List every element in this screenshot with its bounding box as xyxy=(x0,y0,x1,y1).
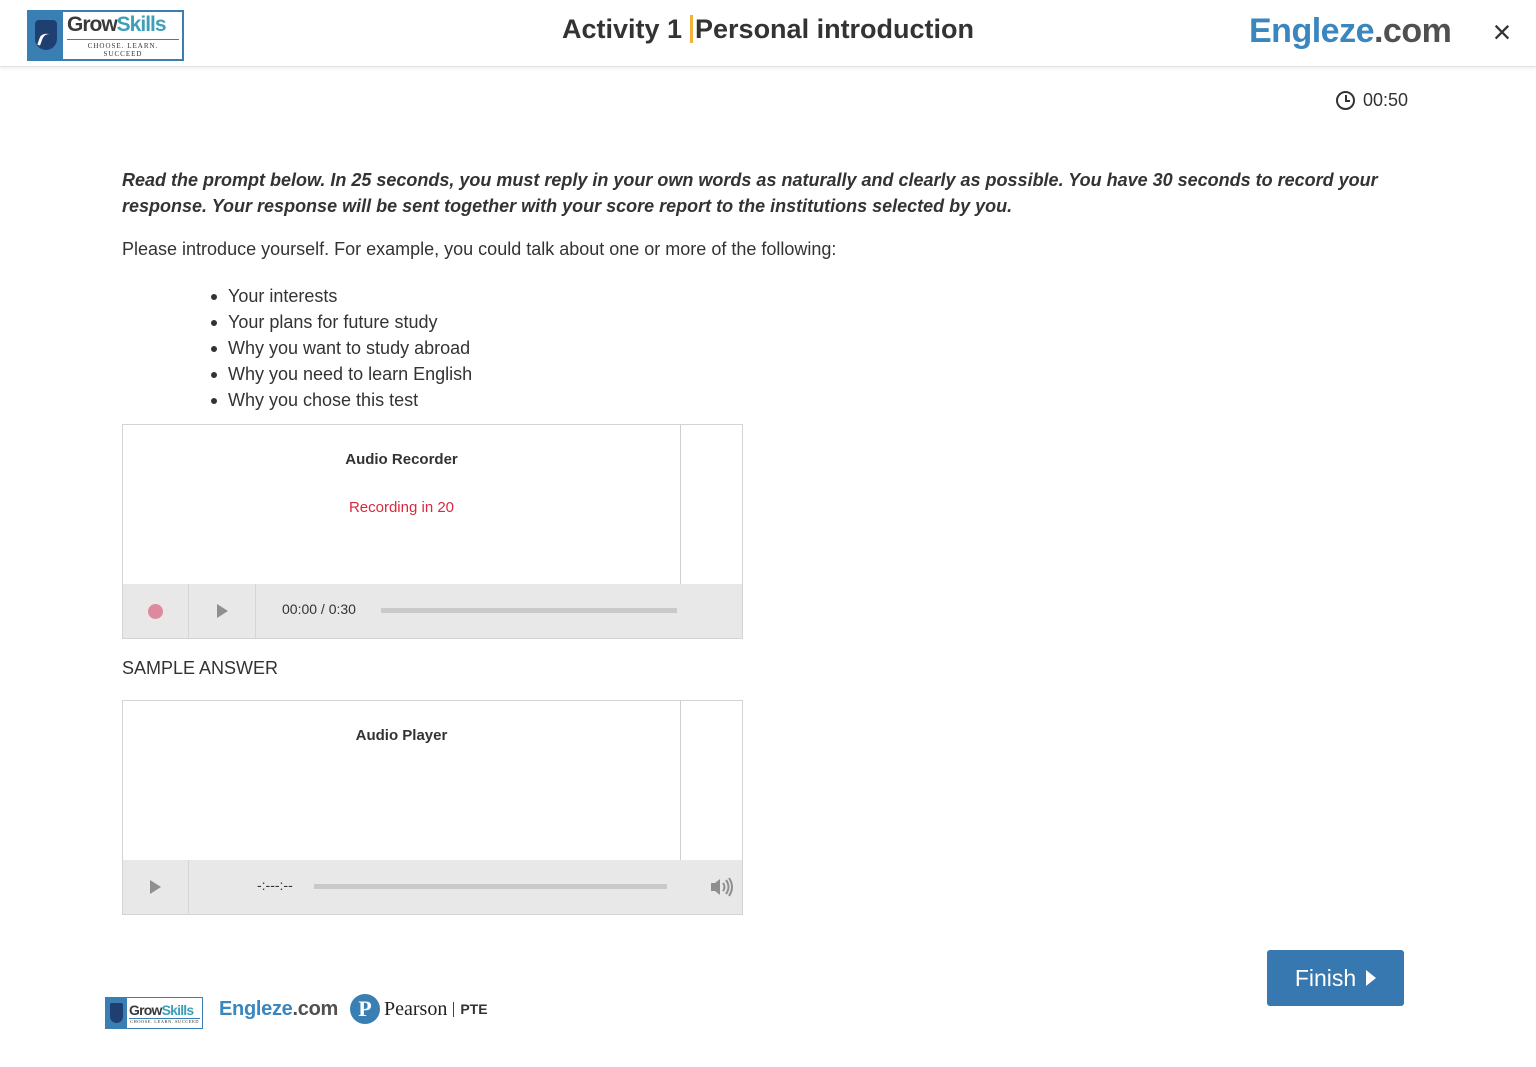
player-controls: -:---:-- xyxy=(123,860,742,914)
footer-brand-domain: .com xyxy=(292,998,338,1020)
footer-logo-word-skills: Skills xyxy=(161,1001,195,1018)
timer-value: 00:50 xyxy=(1363,90,1409,110)
footer-logo-word-grow: Grow xyxy=(129,1001,162,1018)
footer-growskills-logo: GrowSkills CHOOSE. LEARN. SUCCEED xyxy=(105,997,203,1029)
player-progress-track[interactable] xyxy=(314,884,667,889)
activity-title: Personal introduction xyxy=(695,14,975,44)
record-icon xyxy=(148,603,163,619)
sample-answer-heading: SAMPLE ANSWER xyxy=(122,658,279,678)
player-time: -:---:-- xyxy=(257,877,293,893)
divider xyxy=(680,425,681,584)
shield-icon xyxy=(106,998,127,1028)
brand-name: Engleze xyxy=(1249,12,1374,50)
pte-label: PTE xyxy=(460,1001,488,1017)
footer-brand-name: Engleze xyxy=(219,998,293,1020)
footer-pearson-logo: P Pearson PTE xyxy=(350,994,488,1024)
play-icon xyxy=(150,880,161,894)
topic-list: Your interests Your plans for future stu… xyxy=(210,283,472,413)
volume-icon xyxy=(711,877,733,897)
recorder-progress-track[interactable] xyxy=(381,608,677,613)
audio-recorder: Audio Recorder Recording in 20 00:00 / 0… xyxy=(122,424,743,639)
pearson-name: Pearson xyxy=(384,997,448,1020)
list-item: Your plans for future study xyxy=(210,309,472,335)
header-bar: GrowSkills CHOOSE. LEARN. SUCCEED Activi… xyxy=(0,0,1536,67)
volume-button[interactable] xyxy=(709,876,735,898)
instructions-text: Read the prompt below. In 25 seconds, yo… xyxy=(122,170,1378,216)
divider xyxy=(680,701,681,860)
close-button[interactable]: × xyxy=(1486,16,1518,48)
activity-timer: 00:50 xyxy=(1336,90,1408,111)
finish-label: Finish xyxy=(1294,964,1357,991)
record-button[interactable] xyxy=(123,584,189,638)
prompt-text: Please introduce yourself. For example, … xyxy=(122,239,837,259)
activity-number: Activity 1 xyxy=(561,14,683,44)
engleze-logo: Engleze.com xyxy=(1249,12,1452,51)
recorder-play-button[interactable] xyxy=(189,584,256,638)
list-item: Why you chose this test xyxy=(210,387,472,413)
footer-logo-wordmark: GrowSkills xyxy=(129,1001,202,1018)
audio-recorder-title: Audio Recorder xyxy=(345,451,458,468)
brand-domain: .com xyxy=(1373,12,1452,50)
player-play-button[interactable] xyxy=(123,860,189,914)
title-divider xyxy=(690,15,694,43)
clock-icon xyxy=(1336,91,1355,110)
caret-right-icon xyxy=(1366,970,1377,986)
footer-engleze-logo: Engleze.com xyxy=(219,998,338,1021)
list-item: Why you want to study abroad xyxy=(210,335,472,361)
audio-player-title: Audio Player xyxy=(355,727,448,744)
recorder-time: 00:00 / 0:30 xyxy=(282,601,356,617)
audio-player: Audio Player -:---:-- xyxy=(122,700,743,915)
footer-logo-tagline: CHOOSE. LEARN. SUCCEED xyxy=(129,1017,200,1024)
list-item: Why you need to learn English xyxy=(210,361,472,387)
list-item: Your interests xyxy=(210,283,472,309)
finish-button[interactable]: Finish xyxy=(1267,950,1404,1006)
recorder-controls: 00:00 / 0:30 xyxy=(123,584,742,638)
play-icon xyxy=(216,604,228,618)
recording-status: Recording in 20 xyxy=(348,499,455,516)
pearson-icon: P xyxy=(350,994,380,1024)
pearson-divider xyxy=(453,1001,455,1017)
close-icon: × xyxy=(1492,14,1512,50)
